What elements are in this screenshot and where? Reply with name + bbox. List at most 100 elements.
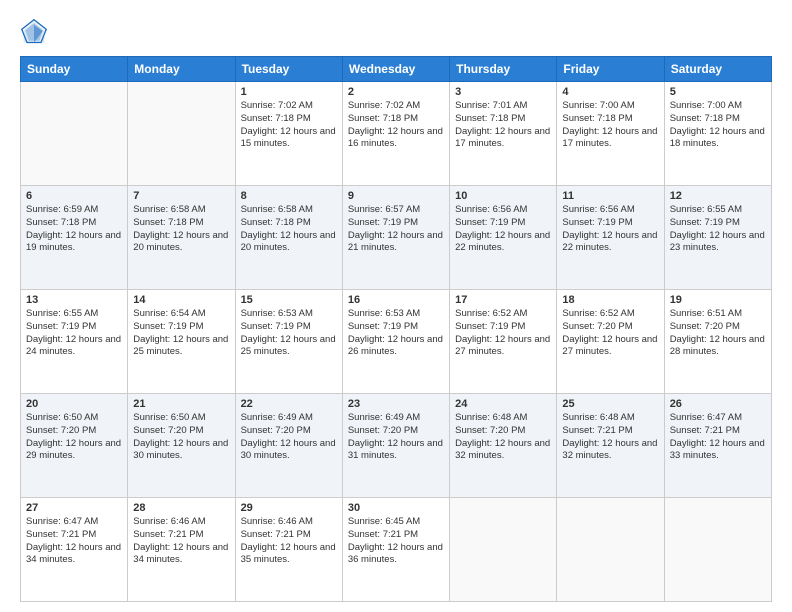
calendar-day-cell: 13 Sunrise: 6:55 AM Sunset: 7:19 PM Dayli… bbox=[21, 290, 128, 394]
calendar-day-header: Sunday bbox=[21, 57, 128, 82]
day-info: Sunrise: 6:53 AM Sunset: 7:19 PM Dayligh… bbox=[348, 308, 444, 359]
day-info: Sunrise: 6:59 AM Sunset: 7:18 PM Dayligh… bbox=[26, 204, 122, 255]
calendar-day-cell: 21 Sunrise: 6:50 AM Sunset: 7:20 PM Dayli… bbox=[128, 394, 235, 498]
day-info: Sunrise: 6:46 AM Sunset: 7:21 PM Dayligh… bbox=[133, 516, 229, 567]
day-info: Sunrise: 6:52 AM Sunset: 7:20 PM Dayligh… bbox=[562, 308, 658, 359]
day-number: 17 bbox=[455, 294, 551, 306]
day-info: Sunrise: 6:48 AM Sunset: 7:20 PM Dayligh… bbox=[455, 412, 551, 463]
calendar-week-row: 27 Sunrise: 6:47 AM Sunset: 7:21 PM Dayli… bbox=[21, 498, 772, 602]
calendar-day-cell: 2Sunrise: 7:02 AM Sunset: 7:18 PM Daylig… bbox=[342, 82, 449, 186]
day-number: 9 bbox=[348, 190, 444, 202]
calendar-day-cell: 24Sunrise: 6:48 AM Sunset: 7:20 PM Dayli… bbox=[450, 394, 557, 498]
day-info: Sunrise: 6:47 AM Sunset: 7:21 PM Dayligh… bbox=[26, 516, 122, 567]
day-info: Sunrise: 6:49 AM Sunset: 7:20 PM Dayligh… bbox=[348, 412, 444, 463]
day-info: Sunrise: 6:51 AM Sunset: 7:20 PM Dayligh… bbox=[670, 308, 766, 359]
calendar-day-cell: 26Sunrise: 6:47 AM Sunset: 7:21 PM Dayli… bbox=[664, 394, 771, 498]
calendar-week-row: 6 Sunrise: 6:59 AM Sunset: 7:18 PM Daylig… bbox=[21, 186, 772, 290]
calendar-day-cell: 8 Sunrise: 6:58 AM Sunset: 7:18 PM Daylig… bbox=[235, 186, 342, 290]
day-info: Sunrise: 6:52 AM Sunset: 7:19 PM Dayligh… bbox=[455, 308, 551, 359]
day-number: 12 bbox=[670, 190, 766, 202]
day-info: Sunrise: 6:53 AM Sunset: 7:19 PM Dayligh… bbox=[241, 308, 337, 359]
day-number: 29 bbox=[241, 502, 337, 514]
day-info: Sunrise: 6:49 AM Sunset: 7:20 PM Dayligh… bbox=[241, 412, 337, 463]
calendar-day-cell bbox=[664, 498, 771, 602]
calendar-day-cell: 9 Sunrise: 6:57 AM Sunset: 7:19 PM Daylig… bbox=[342, 186, 449, 290]
calendar-day-cell: 11Sunrise: 6:56 AM Sunset: 7:19 PM Dayli… bbox=[557, 186, 664, 290]
day-number: 21 bbox=[133, 398, 229, 410]
page: SundayMondayTuesdayWednesdayThursdayFrid… bbox=[0, 0, 792, 612]
day-number: 28 bbox=[133, 502, 229, 514]
calendar-day-cell: 22 Sunrise: 6:49 AM Sunset: 7:20 PM Dayli… bbox=[235, 394, 342, 498]
calendar-day-cell: 27 Sunrise: 6:47 AM Sunset: 7:21 PM Dayli… bbox=[21, 498, 128, 602]
calendar-header-row: SundayMondayTuesdayWednesdayThursdayFrid… bbox=[21, 57, 772, 82]
calendar-day-cell: 16 Sunrise: 6:53 AM Sunset: 7:19 PM Dayli… bbox=[342, 290, 449, 394]
day-number: 15 bbox=[241, 294, 337, 306]
day-number: 1 bbox=[241, 86, 337, 98]
day-number: 2 bbox=[348, 86, 444, 98]
day-info: Sunrise: 6:58 AM Sunset: 7:18 PM Dayligh… bbox=[241, 204, 337, 255]
day-number: 10 bbox=[455, 190, 551, 202]
calendar-day-cell: 18Sunrise: 6:52 AM Sunset: 7:20 PM Dayli… bbox=[557, 290, 664, 394]
calendar-day-header: Monday bbox=[128, 57, 235, 82]
logo bbox=[20, 18, 52, 46]
day-info: Sunrise: 7:00 AM Sunset: 7:18 PM Dayligh… bbox=[670, 100, 766, 151]
day-number: 30 bbox=[348, 502, 444, 514]
day-info: Sunrise: 6:57 AM Sunset: 7:19 PM Dayligh… bbox=[348, 204, 444, 255]
calendar-week-row: 13 Sunrise: 6:55 AM Sunset: 7:19 PM Dayli… bbox=[21, 290, 772, 394]
calendar-day-cell: 5 Sunrise: 7:00 AM Sunset: 7:18 PM Daylig… bbox=[664, 82, 771, 186]
day-info: Sunrise: 6:46 AM Sunset: 7:21 PM Dayligh… bbox=[241, 516, 337, 567]
calendar-day-cell bbox=[128, 82, 235, 186]
calendar-day-cell: 3 Sunrise: 7:01 AM Sunset: 7:18 PM Daylig… bbox=[450, 82, 557, 186]
day-info: Sunrise: 6:54 AM Sunset: 7:19 PM Dayligh… bbox=[133, 308, 229, 359]
day-number: 6 bbox=[26, 190, 122, 202]
calendar-day-cell: 23 Sunrise: 6:49 AM Sunset: 7:20 PM Dayli… bbox=[342, 394, 449, 498]
day-number: 4 bbox=[562, 86, 658, 98]
day-number: 20 bbox=[26, 398, 122, 410]
day-info: Sunrise: 6:56 AM Sunset: 7:19 PM Dayligh… bbox=[562, 204, 658, 255]
calendar-day-cell bbox=[557, 498, 664, 602]
calendar-day-header: Thursday bbox=[450, 57, 557, 82]
calendar-day-cell bbox=[450, 498, 557, 602]
day-number: 3 bbox=[455, 86, 551, 98]
day-number: 5 bbox=[670, 86, 766, 98]
day-number: 27 bbox=[26, 502, 122, 514]
calendar-day-header: Friday bbox=[557, 57, 664, 82]
calendar-day-cell: 14 Sunrise: 6:54 AM Sunset: 7:19 PM Dayli… bbox=[128, 290, 235, 394]
calendar-day-cell: 19 Sunrise: 6:51 AM Sunset: 7:20 PM Dayli… bbox=[664, 290, 771, 394]
calendar-week-row: 20 Sunrise: 6:50 AM Sunset: 7:20 PM Dayli… bbox=[21, 394, 772, 498]
day-number: 13 bbox=[26, 294, 122, 306]
calendar-day-cell: 15 Sunrise: 6:53 AM Sunset: 7:19 PM Dayli… bbox=[235, 290, 342, 394]
day-number: 8 bbox=[241, 190, 337, 202]
day-info: Sunrise: 6:47 AM Sunset: 7:21 PM Dayligh… bbox=[670, 412, 766, 463]
calendar-day-header: Tuesday bbox=[235, 57, 342, 82]
day-info: Sunrise: 6:56 AM Sunset: 7:19 PM Dayligh… bbox=[455, 204, 551, 255]
calendar-week-row: 1 Sunrise: 7:02 AM Sunset: 7:18 PM Daylig… bbox=[21, 82, 772, 186]
calendar-day-cell: 20Sunrise: 6:50 AM Sunset: 7:20 PM Dayli… bbox=[21, 394, 128, 498]
calendar-day-cell: 28 Sunrise: 6:46 AM Sunset: 7:21 PM Dayli… bbox=[128, 498, 235, 602]
calendar-day-header: Saturday bbox=[664, 57, 771, 82]
day-number: 16 bbox=[348, 294, 444, 306]
day-number: 7 bbox=[133, 190, 229, 202]
calendar-day-cell: 25Sunrise: 6:48 AM Sunset: 7:21 PM Dayli… bbox=[557, 394, 664, 498]
calendar-day-cell: 6 Sunrise: 6:59 AM Sunset: 7:18 PM Daylig… bbox=[21, 186, 128, 290]
day-info: Sunrise: 6:55 AM Sunset: 7:19 PM Dayligh… bbox=[26, 308, 122, 359]
day-number: 22 bbox=[241, 398, 337, 410]
day-info: Sunrise: 6:45 AM Sunset: 7:21 PM Dayligh… bbox=[348, 516, 444, 567]
calendar-day-cell: 30 Sunrise: 6:45 AM Sunset: 7:21 PM Dayli… bbox=[342, 498, 449, 602]
day-info: Sunrise: 6:55 AM Sunset: 7:19 PM Dayligh… bbox=[670, 204, 766, 255]
calendar-day-cell: 1 Sunrise: 7:02 AM Sunset: 7:18 PM Daylig… bbox=[235, 82, 342, 186]
calendar-table: SundayMondayTuesdayWednesdayThursdayFrid… bbox=[20, 56, 772, 602]
day-number: 14 bbox=[133, 294, 229, 306]
calendar-day-cell: 17 Sunrise: 6:52 AM Sunset: 7:19 PM Dayli… bbox=[450, 290, 557, 394]
day-info: Sunrise: 6:58 AM Sunset: 7:18 PM Dayligh… bbox=[133, 204, 229, 255]
calendar-day-cell: 4Sunrise: 7:00 AM Sunset: 7:18 PM Daylig… bbox=[557, 82, 664, 186]
day-number: 19 bbox=[670, 294, 766, 306]
calendar-day-cell bbox=[21, 82, 128, 186]
day-number: 23 bbox=[348, 398, 444, 410]
calendar-day-header: Wednesday bbox=[342, 57, 449, 82]
calendar-day-cell: 12 Sunrise: 6:55 AM Sunset: 7:19 PM Dayli… bbox=[664, 186, 771, 290]
day-info: Sunrise: 7:02 AM Sunset: 7:18 PM Dayligh… bbox=[241, 100, 337, 151]
day-info: Sunrise: 7:01 AM Sunset: 7:18 PM Dayligh… bbox=[455, 100, 551, 151]
day-info: Sunrise: 6:50 AM Sunset: 7:20 PM Dayligh… bbox=[133, 412, 229, 463]
day-number: 25 bbox=[562, 398, 658, 410]
